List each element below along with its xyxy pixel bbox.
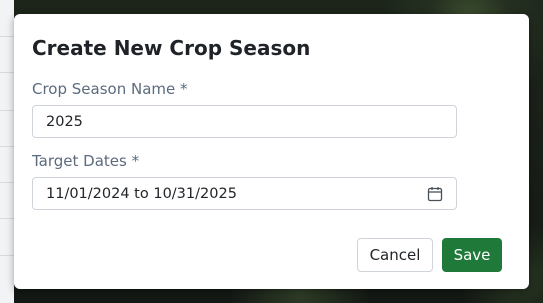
background-page-edge: [0, 0, 14, 303]
calendar-icon[interactable]: [427, 186, 443, 202]
target-dates-label: Target Dates *: [32, 152, 140, 170]
season-name-label: Crop Season Name *: [32, 80, 188, 98]
dialog-title: Create New Crop Season: [32, 36, 311, 60]
season-name-value: 2025: [46, 113, 83, 130]
target-dates-value: 11/01/2024 to 10/31/2025: [46, 185, 237, 202]
cancel-button[interactable]: Cancel: [357, 238, 433, 272]
target-dates-input[interactable]: 11/01/2024 to 10/31/2025: [32, 177, 457, 210]
create-crop-season-dialog: Create New Crop Season Crop Season Name …: [14, 14, 529, 289]
season-name-input[interactable]: 2025: [32, 105, 457, 138]
save-button[interactable]: Save: [442, 238, 502, 272]
